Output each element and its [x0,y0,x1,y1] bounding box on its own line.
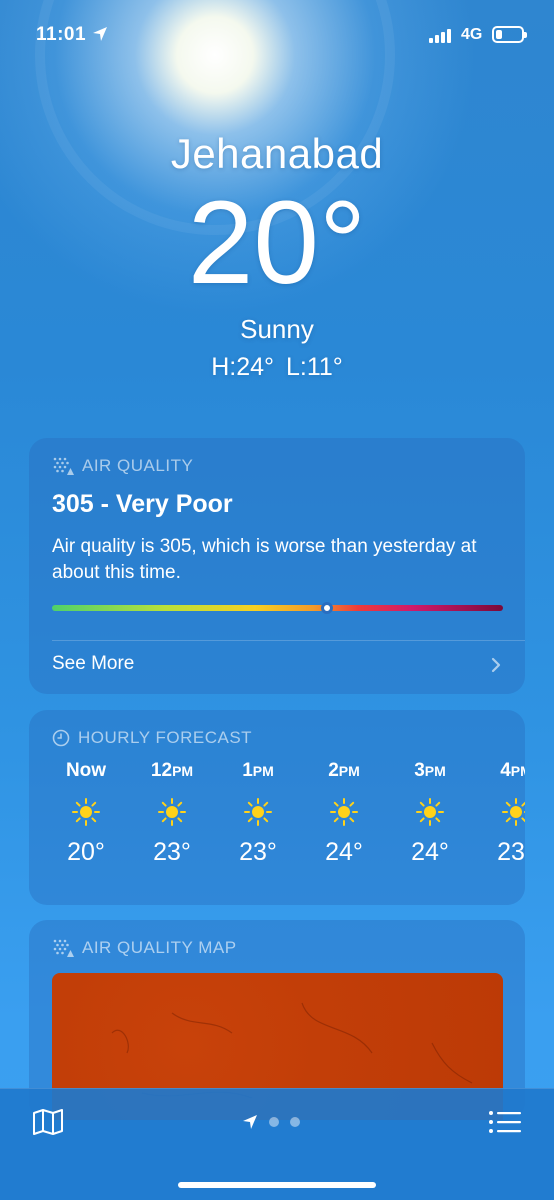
high-temperature: H:24° [211,353,274,381]
hour-temperature: 23° [497,838,525,866]
sun-icon [158,798,186,826]
hour-icon [215,786,301,838]
city-name: Jehanabad [170,130,384,177]
divider [52,640,525,641]
hour-label: 2PM [328,760,360,781]
page-dot-icon[interactable] [269,1117,279,1127]
air-quality-scale [52,602,503,614]
air-quality-map-header: AIR QUALITY MAP [52,938,237,958]
location-arrow-icon[interactable] [242,1114,258,1130]
air-quality-value: 305 - Very Poor [52,490,233,518]
sun-icon [244,798,272,826]
hour-label: 12PM [150,760,194,781]
hour-temperature: 24° [411,838,449,866]
hour-icon [301,786,387,838]
hourly-item: 4PM 23° [473,760,525,867]
air-quality-indicator [321,602,334,614]
hour-icon [473,786,525,838]
network-type: 4G [461,26,483,43]
hourly-forecast-title: HOURLY FORECAST [78,728,253,747]
hour-label: Now [65,760,107,781]
air-quality-icon [53,939,74,957]
bottom-toolbar [0,1088,554,1200]
cellular-signal-icon [429,27,451,43]
status-bar: 11:01 4G [0,0,554,70]
hourly-item: Now 20° [43,760,129,867]
hour-label: 4PM [500,760,525,781]
current-temperature: 20° [187,177,367,309]
list-icon[interactable] [488,1110,522,1134]
page-dot-icon[interactable] [290,1117,300,1127]
sun-icon [330,798,358,826]
hourly-item: 3PM 24° [387,760,473,867]
hour-label: 1PM [242,760,274,781]
hour-temperature: 23° [239,838,277,866]
air-quality-title: AIR QUALITY [82,456,194,475]
hour-label: 3PM [414,760,446,781]
hour-icon [129,786,215,838]
air-quality-description: Air quality is 305, which is worse than … [52,536,477,583]
hourly-item: 1PM 23° [215,760,301,867]
map-icon[interactable] [32,1108,64,1136]
weather-condition: Sunny [240,314,314,344]
hour-temperature: 24° [325,838,363,866]
low-temperature: L:11° [286,353,343,381]
hourly-list[interactable]: Now 20° 12PM 23° 1PM 23° 2PM 24° 3PM 24° 4PM 23° [43,760,525,867]
chevron-right-icon[interactable] [491,657,501,673]
air-quality-card[interactable]: AIR QUALITY 305 - Very Poor Air quality … [29,438,525,694]
hour-icon [43,786,129,838]
hourly-forecast-card[interactable]: HOURLY FORECAST Now 20° 12PM 23° 1PM 23° 2PM 24… [29,710,525,905]
air-quality-map-title: AIR QUALITY MAP [82,938,237,957]
air-quality-icon [53,457,74,475]
air-quality-header: AIR QUALITY [52,456,193,476]
location-arrow-icon [93,27,107,41]
hour-temperature: 20° [67,838,105,866]
sun-icon [416,798,444,826]
hour-temperature: 23° [153,838,191,866]
hourly-item: 2PM 24° [301,760,387,867]
see-more-link[interactable]: See More [52,653,134,675]
hour-icon [387,786,473,838]
high-low-temperature: H:24° L:11° [0,353,554,382]
hourly-item: 12PM 23° [129,760,215,867]
clock-icon [52,729,70,747]
status-time: 11:01 [36,24,87,45]
sun-icon [502,798,525,826]
battery-icon [492,26,527,43]
page-indicator[interactable] [242,1114,300,1130]
home-indicator [178,1182,376,1188]
hourly-forecast-header: HOURLY FORECAST [52,728,252,748]
current-weather: Jehanabad 20° Sunny H:24° L:11° [0,130,554,382]
sun-icon [72,798,100,826]
